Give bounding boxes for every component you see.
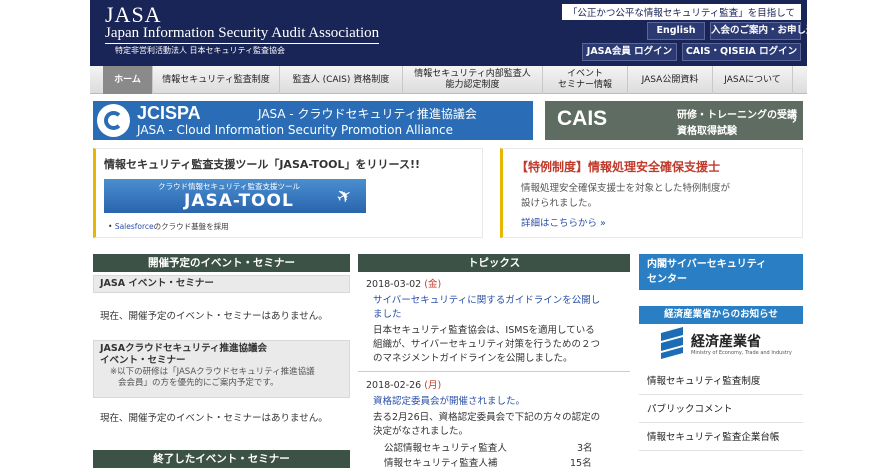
nav-events[interactable]: イベント セミナー情報 (543, 66, 628, 94)
topic-1-body-line1: 日本セキュリティ監査協会は、ISMSを適用している (373, 325, 595, 336)
special-system-line1: 情報処理安全確保支援士を対象とした特例制度が (521, 183, 731, 194)
topic-2-row1-label: 公認情報セキュリティ監査人 (384, 443, 507, 454)
meti-logo-en: Ministry of Economy, Trade and Industry (691, 350, 792, 356)
special-system-title[interactable]: 【特例制度】情報処理安全確保支援士 (516, 158, 720, 175)
cloud-events-note-1: ※以下の研修は「JASAクラウドセキュリティ推進協議 (110, 367, 315, 377)
topic-2-title[interactable]: 資格認定委員会が開催されました。 (373, 395, 525, 408)
join-button[interactable]: 入会のご案内・お申し込み (710, 22, 825, 40)
sidebar-link-audit-registry[interactable]: 情報セキュリティ監査企業台帳 (639, 425, 803, 451)
nisc-banner[interactable]: 内閣サイバーセキュリティ センター (639, 254, 803, 290)
topic-2-date: 2018-02-26 (月) (366, 379, 441, 392)
jasa-tool-image[interactable]: クラウド情報セキュリティ監査支援ツール JASA-TOOL ✈ (104, 179, 366, 213)
nav-cais[interactable]: 監査人 (CAIS) 資格制度 (280, 66, 403, 94)
topic-1-title-line2[interactable]: ました (373, 308, 402, 321)
topic-1-date-value: 2018-03-02 (366, 279, 422, 290)
salesforce-label: Salesforce (114, 222, 154, 231)
cispa-logo-text: JCISPA (137, 103, 201, 123)
topics-divider (358, 371, 630, 372)
jasa-events-subhead: JASA イベント・セミナー (93, 275, 350, 293)
cloud-events-subhead-line2: イベント・セミナー (100, 355, 186, 366)
topic-2-body-line2: 決定がなされました。 (373, 426, 469, 437)
special-system-line2: 設けられました。 (521, 198, 598, 209)
english-button[interactable]: English (647, 22, 705, 40)
cais-logo-text: CAIS (557, 107, 608, 130)
no-events-text-2: 現在、開催予定のイベント・セミナーはありません。 (100, 413, 328, 424)
jasa-tool-note-text: のクラウド基盤を採用 (153, 222, 229, 231)
nisc-banner-line1: 内閣サイバーセキュリティ (647, 259, 767, 270)
topic-1-body-line3: のマネジメントガイドラインを公開しました。 (373, 353, 573, 364)
cais-banner-line2: 資格取得試験 (677, 126, 737, 137)
cispa-logo-icon (97, 104, 130, 137)
nisc-banner-line2: センター (647, 274, 687, 285)
cloud-events-subhead: JASAクラウドセキュリティ推進協議会 イベント・セミナー ※以下の研修は「JA… (93, 340, 350, 398)
airplane-icon: ✈ (332, 183, 357, 210)
special-system-feature: 【特例制度】情報処理安全確保支援士 情報処理安全確保支援士を対象とした特例制度が… (500, 148, 803, 238)
logo-english-name[interactable]: Japan Information Security Audit Associa… (105, 24, 380, 44)
nav-about[interactable]: JASAについて (713, 66, 793, 94)
main-nav: ホーム 情報セキュリティ監査制度 監査人 (CAIS) 資格制度 情報セキュリテ… (90, 66, 807, 94)
topic-1-body-line2: 組織が、サイバーセキュリティ対策を行うための２つ (373, 339, 601, 350)
past-events-header: 終了したイベント・セミナー (93, 450, 350, 468)
nav-internal-auditor[interactable]: 情報セキュリティ内部監査人 能力認定制度 (403, 66, 543, 94)
no-events-text-1: 現在、開催予定のイベント・セミナーはありません。 (100, 311, 328, 322)
cloud-events-note-2: 会会員」の方を優先的にご案内予定です。 (118, 378, 279, 388)
topic-2-row1-value: 3名 (577, 443, 593, 454)
topic-2-row2-label: 情報セキュリティ監査人補 (384, 458, 498, 469)
sidebar-link-public-comment[interactable]: パブリックコメント (639, 397, 803, 423)
cais-banner-line1: 研修・トレーニングの受講 (677, 110, 797, 121)
cispa-jp-title: JASA - クラウドセキュリティ推進協議会 (258, 107, 477, 121)
meti-logo-jp: 経済産業省 (691, 334, 761, 350)
nav-audit-system[interactable]: 情報セキュリティ監査制度 (153, 66, 280, 94)
meti-header: 経済産業省からのお知らせ (639, 306, 803, 324)
logo-japanese-name: 特定非営利活動法人 日本セキュリティ監査協会 (115, 46, 286, 55)
meti-logo[interactable]: 経済産業省 Ministry of Economy, Trade and Ind… (639, 326, 803, 366)
jasa-tool-feature: 情報セキュリティ監査支援ツール「JASA-TOOL」をリリース!! クラウド情報… (93, 148, 483, 238)
special-system-more-link[interactable]: 詳細はこちらから » (521, 217, 606, 230)
member-login-button[interactable]: JASA会員 ログイン (582, 43, 677, 61)
topic-1-date: 2018-03-02 (金) (366, 278, 441, 291)
cloud-events-subhead-line1: JASAクラウドセキュリティ推進協議会 (100, 343, 268, 354)
topic-2-row2-value: 15名 (570, 458, 592, 469)
jasa-tool-note: • Salesforceのクラウド基盤を採用 (108, 222, 229, 231)
meti-emblem-icon (661, 327, 683, 359)
topic-2-body-line1: 去る2月26日、資格認定委員会で下記の方々の認定の (373, 412, 601, 423)
tagline: 「公正かつ公平な情報セキュリティ監査」を目指して (561, 4, 801, 20)
cispa-banner[interactable]: JCISPA JASA - クラウドセキュリティ推進協議会 JASA - Clo… (93, 101, 533, 140)
sidebar-link-audit-system[interactable]: 情報セキュリティ監査制度 (639, 369, 803, 395)
logo-jasa[interactable]: JASA (105, 4, 162, 26)
topic-1-weekday: (金) (424, 279, 442, 290)
topics-header: トピックス (358, 254, 630, 272)
cispa-en-title: JASA - Cloud Information Security Promot… (137, 123, 454, 137)
cais-login-button[interactable]: CAIS・QISEIA ログイン (682, 43, 801, 61)
chevron-right-icon: › (791, 113, 797, 128)
jasa-tool-img-title: JASA-TOOL (184, 191, 294, 211)
cais-banner[interactable]: CAIS 研修・トレーニングの受講 資格取得試験 › (545, 101, 803, 140)
events-header: 開催予定のイベント・セミナー (93, 254, 350, 272)
topic-2-weekday: (月) (424, 380, 442, 391)
topic-1-title-line1[interactable]: サイバーセキュリティに関するガイドラインを公開し (373, 294, 600, 307)
jasa-tool-title[interactable]: 情報セキュリティ監査支援ツール「JASA-TOOL」をリリース!! (104, 156, 420, 172)
nav-public-docs[interactable]: JASA公開資料 (628, 66, 713, 94)
topic-2-date-value: 2018-02-26 (366, 380, 422, 391)
site-header: JASA Japan Information Security Audit As… (90, 0, 825, 66)
nav-home[interactable]: ホーム (103, 66, 153, 94)
